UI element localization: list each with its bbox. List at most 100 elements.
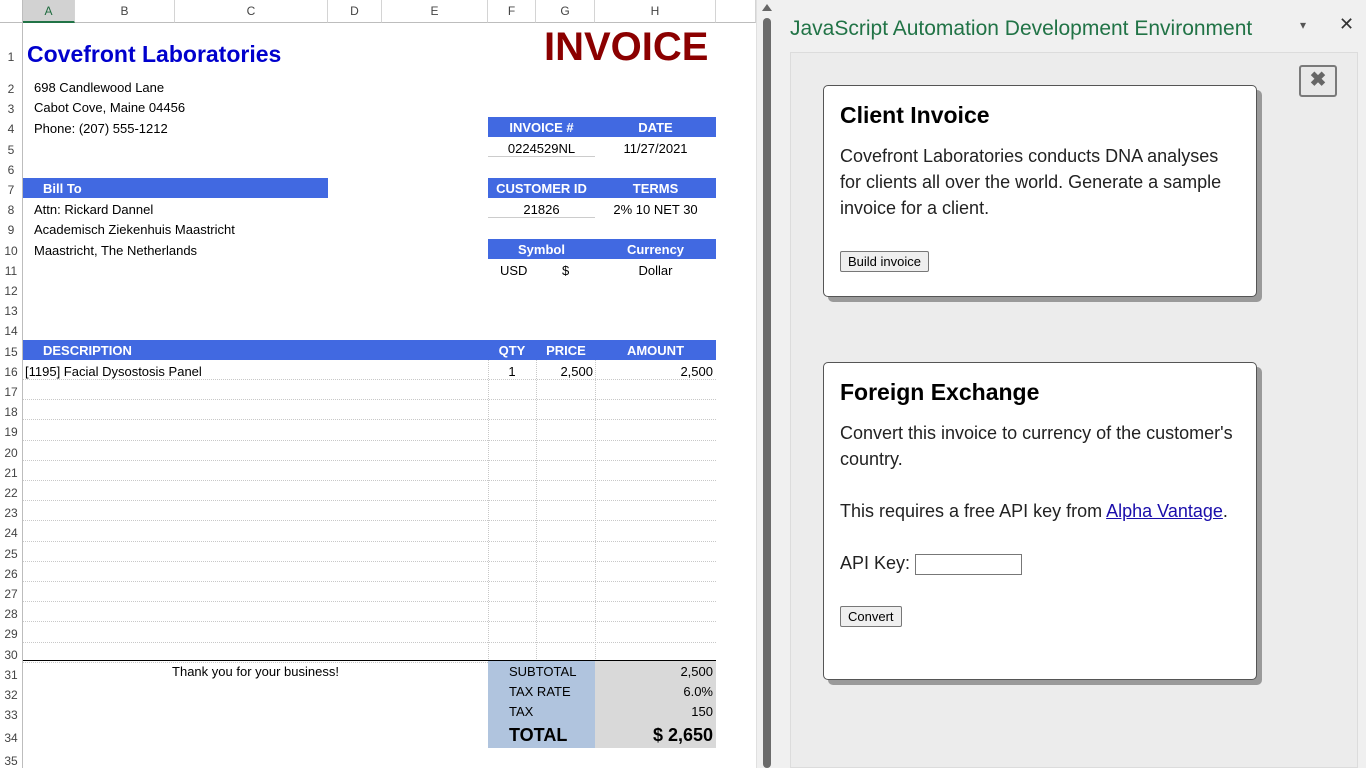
address-line1[interactable]: 698 Candlewood Lane [34, 80, 164, 95]
line-item-gridline [23, 459, 716, 461]
bill-to-attn[interactable]: Attn: Rickard Dannel [34, 202, 153, 217]
row-header-24[interactable]: 24 [0, 521, 23, 542]
row-header-35[interactable]: 35 [0, 749, 23, 768]
row-header-8[interactable]: 8 [0, 198, 23, 219]
total-value[interactable]: $ 2,650 [595, 725, 713, 746]
row-header-21[interactable]: 21 [0, 460, 23, 481]
scroll-up-arrow-icon[interactable] [762, 4, 772, 11]
currency-code[interactable]: USD [500, 263, 527, 278]
column-header-g[interactable]: G [536, 0, 595, 23]
qty-header[interactable]: QTY [488, 340, 536, 360]
currency-symbol[interactable]: $ [562, 263, 569, 278]
row-header-12[interactable]: 12 [0, 279, 23, 300]
line-item-price[interactable]: 2,500 [536, 364, 593, 379]
row-header-13[interactable]: 13 [0, 299, 23, 320]
chevron-down-icon[interactable]: ▾ [1300, 18, 1306, 32]
api-key-input[interactable] [915, 553, 1023, 575]
row-header-27[interactable]: 27 [0, 582, 23, 603]
column-header-e[interactable]: E [382, 0, 488, 23]
column-header-b[interactable]: B [75, 0, 175, 23]
row-header-15[interactable]: 15 [0, 339, 23, 360]
line-item-column-gridline [595, 359, 596, 663]
build-invoice-button[interactable]: Build invoice [840, 251, 929, 272]
row-header-23[interactable]: 23 [0, 501, 23, 522]
row-header-11[interactable]: 11 [0, 258, 23, 279]
bill-to-org[interactable]: Academisch Ziekenhuis Maastricht [34, 222, 235, 237]
customer-id-value[interactable]: 21826 [488, 202, 595, 218]
row-header-2[interactable]: 2 [0, 77, 23, 98]
bill-to-header[interactable]: Bill To [23, 178, 328, 198]
line-item-qty[interactable]: 1 [488, 364, 536, 379]
row-header-1[interactable]: 1 [0, 23, 23, 77]
row-header-14[interactable]: 14 [0, 319, 23, 340]
column-header-d[interactable]: D [328, 0, 382, 23]
line-item-gridline [23, 399, 716, 401]
date-value[interactable]: 11/27/2021 [595, 141, 716, 156]
row-header-10[interactable]: 10 [0, 238, 23, 259]
column-header-h[interactable]: H [595, 0, 716, 23]
date-header[interactable]: DATE [595, 117, 716, 137]
terms-header[interactable]: TERMS [595, 178, 716, 198]
row-header-18[interactable]: 18 [0, 400, 23, 421]
row-header-33[interactable]: 33 [0, 703, 23, 724]
address-line2[interactable]: Cabot Cove, Maine 04456 [34, 100, 185, 115]
column-header-c[interactable]: C [175, 0, 328, 23]
row-header-16[interactable]: 16 [0, 359, 23, 380]
vertical-scrollbar[interactable] [756, 0, 776, 768]
subtotal-value[interactable]: 2,500 [595, 664, 713, 679]
invoice-title[interactable]: INVOICE [544, 25, 708, 70]
subtotal-label[interactable]: SUBTOTAL [509, 664, 576, 679]
currency-name[interactable]: Dollar [595, 263, 716, 278]
tax-label[interactable]: TAX [509, 704, 533, 719]
scrollbar-thumb[interactable] [763, 18, 771, 768]
row-header-26[interactable]: 26 [0, 561, 23, 582]
column-header-f[interactable]: F [488, 0, 536, 23]
alpha-vantage-link[interactable]: Alpha Vantage [1106, 501, 1223, 521]
row-header-30[interactable]: 30 [0, 642, 23, 663]
row-header-31[interactable]: 31 [0, 662, 23, 683]
row-header-29[interactable]: 29 [0, 622, 23, 643]
currency-header[interactable]: Currency [595, 239, 716, 259]
row-header-28[interactable]: 28 [0, 602, 23, 623]
row-header-9[interactable]: 9 [0, 218, 23, 239]
bill-to-city[interactable]: Maastricht, The Netherlands [34, 243, 197, 258]
api-key-label: API Key: [840, 553, 911, 573]
row-header-25[interactable]: 25 [0, 541, 23, 562]
column-header-a[interactable]: A [23, 0, 75, 23]
spreadsheet-grid[interactable]: ABCDEFGH 1 2 3 4 5 6 7 8 9 10 11 12 13 14 15 16 17 18 19 20… [0, 0, 756, 768]
row-header-5[interactable]: 5 [0, 137, 23, 158]
phone[interactable]: Phone: (207) 555-1212 [34, 121, 168, 136]
line-item-description[interactable]: [1195] Facial Dysostosis Panel [25, 364, 202, 379]
close-icon[interactable]: ✕ [1339, 14, 1354, 35]
row-header-32[interactable]: 32 [0, 683, 23, 704]
row-header-17[interactable]: 17 [0, 380, 23, 401]
select-all-corner[interactable] [0, 0, 23, 23]
line-item-gridline [23, 641, 716, 643]
close-button-icon[interactable]: ✖ [1299, 65, 1337, 97]
symbol-header[interactable]: Symbol [488, 239, 595, 259]
tax-value[interactable]: 150 [595, 704, 713, 719]
row-header-7[interactable]: 7 [0, 178, 23, 199]
line-item-gridline [23, 379, 716, 380]
row-header-22[interactable]: 22 [0, 481, 23, 502]
row-header-20[interactable]: 20 [0, 440, 23, 461]
price-header[interactable]: PRICE [536, 340, 596, 360]
row-header-6[interactable]: 6 [0, 157, 23, 178]
amount-header[interactable]: AMOUNT [595, 340, 716, 360]
invoice-number-value[interactable]: 0224529NL [488, 141, 595, 157]
convert-button[interactable]: Convert [840, 606, 902, 627]
tax-rate-value[interactable]: 6.0% [595, 684, 713, 699]
total-label[interactable]: TOTAL [509, 725, 567, 746]
terms-value[interactable]: 2% 10 NET 30 [595, 202, 716, 217]
invoice-number-header[interactable]: INVOICE # [488, 117, 595, 137]
thank-you-note[interactable]: Thank you for your business! [23, 664, 488, 679]
description-header[interactable]: DESCRIPTION [23, 340, 488, 360]
row-header-4[interactable]: 4 [0, 117, 23, 138]
company-name[interactable]: Covefront Laboratories [27, 41, 281, 68]
row-header-34[interactable]: 34 [0, 723, 23, 750]
row-header-3[interactable]: 3 [0, 97, 23, 118]
customer-id-header[interactable]: CUSTOMER ID [488, 178, 595, 198]
tax-rate-label[interactable]: TAX RATE [509, 684, 571, 699]
line-item-amount[interactable]: 2,500 [595, 364, 713, 379]
row-header-19[interactable]: 19 [0, 420, 23, 441]
